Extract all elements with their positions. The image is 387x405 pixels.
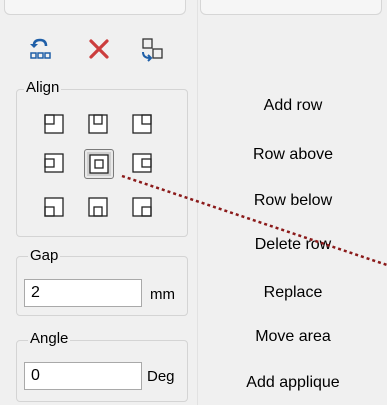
- align-bottom-right-icon: [132, 197, 152, 217]
- align-top-left-button[interactable]: [42, 112, 66, 136]
- angle-unit: Deg: [147, 368, 175, 385]
- copy-area-icon: [142, 38, 163, 62]
- replace-button[interactable]: Replace: [218, 284, 368, 302]
- move-area-button[interactable]: Move area: [218, 328, 368, 346]
- row-above-button[interactable]: Row above: [218, 146, 368, 164]
- panel-divider: [197, 0, 198, 405]
- delete-icon: [89, 39, 109, 59]
- copy-area-button[interactable]: [138, 34, 168, 64]
- align-bottom-center-icon: [88, 197, 108, 217]
- align-bottom-left-icon: [44, 197, 64, 217]
- align-top-left-icon: [44, 114, 64, 134]
- align-bottom-right-button[interactable]: [130, 195, 154, 219]
- delete-button[interactable]: [84, 34, 114, 64]
- align-top-right-button[interactable]: [130, 112, 154, 136]
- align-middle-right-icon: [132, 153, 152, 173]
- angle-input[interactable]: [24, 362, 142, 390]
- gap-unit: mm: [150, 286, 175, 303]
- align-top-center-button[interactable]: [86, 112, 110, 136]
- undo-area-icon: [30, 38, 51, 59]
- align-middle-right-button[interactable]: [130, 151, 154, 175]
- undo-area-button[interactable]: [26, 34, 56, 64]
- align-bottom-left-button[interactable]: [42, 195, 66, 219]
- row-below-button[interactable]: Row below: [218, 192, 368, 210]
- top-strip: [0, 0, 387, 20]
- add-row-button[interactable]: Add row: [218, 97, 368, 115]
- align-label: Align: [24, 79, 62, 96]
- add-applique-button[interactable]: Add applique: [218, 374, 368, 392]
- align-top-right-icon: [132, 114, 152, 134]
- align-top-center-icon: [88, 114, 108, 134]
- align-center-icon: [89, 154, 109, 174]
- delete-row-button[interactable]: Delete row: [218, 236, 368, 254]
- top-field-right[interactable]: [200, 0, 382, 15]
- align-center-button[interactable]: [84, 149, 114, 179]
- align-middle-left-icon: [44, 153, 64, 173]
- angle-label: Angle: [28, 330, 71, 347]
- align-bottom-center-button[interactable]: [86, 195, 110, 219]
- align-middle-left-button[interactable]: [42, 151, 66, 175]
- gap-label: Gap: [28, 247, 61, 264]
- gap-input[interactable]: [24, 279, 142, 307]
- top-field-left[interactable]: [4, 0, 186, 15]
